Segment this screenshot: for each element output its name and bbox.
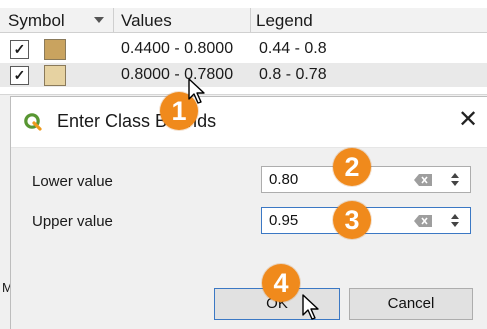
clipped-top-text	[0, 0, 487, 8]
row-legend[interactable]: 0.8 - 0.78	[259, 66, 327, 84]
close-icon[interactable]: ✕	[458, 108, 478, 132]
qgis-logo-icon	[24, 113, 42, 131]
clear-icon[interactable]	[414, 174, 432, 186]
row-legend[interactable]: 0.44 - 0.8	[259, 40, 327, 58]
upper-value-label: Upper value	[32, 213, 113, 230]
cancel-button[interactable]: Cancel	[349, 288, 473, 320]
increment-arrow-icon[interactable]	[451, 214, 459, 219]
lower-value-label: Lower value	[32, 173, 113, 190]
increment-arrow-icon[interactable]	[451, 173, 459, 178]
row-values[interactable]: 0.8000 - 0.7800	[121, 66, 233, 84]
step-badge-2: 2	[333, 148, 371, 186]
step-badge-4: 4	[262, 264, 300, 302]
header-values[interactable]: Values	[121, 11, 172, 31]
row-values[interactable]: 0.4400 - 0.8000	[121, 40, 233, 58]
color-swatch[interactable]	[44, 65, 66, 86]
mouse-pointer-icon	[302, 294, 319, 320]
background-panel-edge: M	[0, 95, 13, 328]
row-checkbox[interactable]: ✓	[10, 66, 29, 85]
clear-icon[interactable]	[414, 215, 432, 227]
dialog-titlebar: Enter Class Bounds ✕	[11, 97, 487, 148]
header-legend[interactable]: Legend	[256, 11, 313, 31]
color-swatch[interactable]	[44, 39, 66, 60]
decrement-arrow-icon[interactable]	[451, 181, 459, 186]
sort-down-icon[interactable]	[94, 17, 104, 23]
mouse-pointer-icon	[188, 78, 205, 104]
table-row[interactable]: ✓ 0.8000 - 0.7800 0.8 - 0.78	[0, 63, 487, 87]
table-header: Symbol Values Legend	[0, 8, 487, 33]
header-symbol[interactable]: Symbol	[8, 11, 65, 31]
header-divider	[113, 8, 114, 32]
row-checkbox[interactable]: ✓	[10, 40, 29, 59]
step-badge-3: 3	[333, 201, 371, 239]
decrement-arrow-icon[interactable]	[451, 222, 459, 227]
enter-class-bounds-dialog: Enter Class Bounds ✕ Lower value Upper v…	[10, 96, 487, 329]
classes-table: Symbol Values Legend ✓ 0.4400 - 0.8000 0…	[0, 8, 487, 95]
header-divider	[250, 8, 251, 32]
table-row[interactable]: ✓ 0.4400 - 0.8000 0.44 - 0.8	[0, 37, 487, 61]
